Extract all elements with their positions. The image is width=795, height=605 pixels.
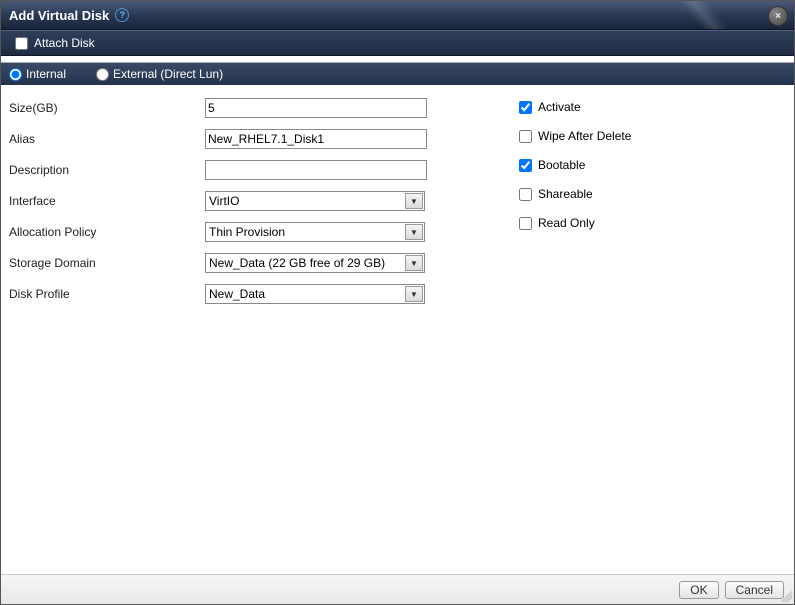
attach-disk-bar: Attach Disk [1,30,794,56]
select-disk-profile[interactable]: New_Data ▼ [205,284,425,304]
disk-type-tabs: Internal External (Direct Lun) [1,63,794,85]
row-activate: Activate [519,97,784,117]
label-disk-profile: Disk Profile [9,287,205,301]
close-icon: × [775,11,781,22]
label-description: Description [9,163,205,177]
label-bootable: Bootable [538,158,585,172]
label-interface: Interface [9,194,205,208]
tab-external-label: External (Direct Lun) [113,67,223,81]
label-shareable: Shareable [538,187,593,201]
row-description: Description [9,159,519,181]
row-allocation-policy: Allocation Policy Thin Provision ▼ [9,221,519,243]
input-description[interactable] [205,160,427,180]
row-read-only: Read Only [519,213,784,233]
label-size: Size(GB) [9,101,205,115]
select-storage-domain[interactable]: New_Data (22 GB free of 29 GB) ▼ [205,253,425,273]
checkbox-shareable[interactable] [519,188,532,201]
row-disk-profile: Disk Profile New_Data ▼ [9,283,519,305]
dialog-content: Size(GB) Alias Description Interface Vir… [1,85,794,574]
close-button[interactable]: × [768,6,788,26]
radio-internal[interactable] [9,68,22,81]
label-alias: Alias [9,132,205,146]
cancel-button[interactable]: Cancel [725,581,784,599]
tab-internal-label: Internal [26,67,66,81]
row-storage-domain: Storage Domain New_Data (22 GB free of 2… [9,252,519,274]
input-size[interactable] [205,98,427,118]
help-icon[interactable]: ? [115,8,129,22]
add-virtual-disk-dialog: Add Virtual Disk ? × Attach Disk Interna… [0,0,795,605]
input-alias[interactable] [205,129,427,149]
header-decoration [644,1,764,29]
right-column: Activate Wipe After Delete Bootable Shar… [519,97,784,564]
select-allocation-policy[interactable]: Thin Provision ▼ [205,222,425,242]
select-interface[interactable]: VirtIO ▼ [205,191,425,211]
select-allocation-policy-value: Thin Provision [209,225,285,239]
radio-external[interactable] [96,68,109,81]
dialog-header: Add Virtual Disk ? × [1,1,794,30]
dialog-footer: OK Cancel [1,574,794,604]
select-interface-value: VirtIO [209,194,239,208]
attach-disk-checkbox[interactable] [15,37,28,50]
label-wipe-after-delete: Wipe After Delete [538,129,631,143]
chevron-down-icon: ▼ [405,255,423,271]
label-read-only: Read Only [538,216,595,230]
tab-internal[interactable]: Internal [9,67,66,81]
left-column: Size(GB) Alias Description Interface Vir… [9,97,519,564]
tab-external[interactable]: External (Direct Lun) [96,67,223,81]
checkbox-read-only[interactable] [519,217,532,230]
dialog-title: Add Virtual Disk [9,8,109,23]
ok-button[interactable]: OK [679,581,718,599]
row-size: Size(GB) [9,97,519,119]
select-disk-profile-value: New_Data [209,287,265,301]
label-allocation-policy: Allocation Policy [9,225,205,239]
checkbox-activate[interactable] [519,101,532,114]
label-activate: Activate [538,100,581,114]
attach-disk-label: Attach Disk [34,36,95,50]
select-storage-domain-value: New_Data (22 GB free of 29 GB) [209,256,385,270]
row-shareable: Shareable [519,184,784,204]
row-wipe-after-delete: Wipe After Delete [519,126,784,146]
row-bootable: Bootable [519,155,784,175]
checkbox-bootable[interactable] [519,159,532,172]
label-storage-domain: Storage Domain [9,256,205,270]
chevron-down-icon: ▼ [405,224,423,240]
row-interface: Interface VirtIO ▼ [9,190,519,212]
chevron-down-icon: ▼ [405,193,423,209]
chevron-down-icon: ▼ [405,286,423,302]
separator [1,56,794,63]
row-alias: Alias [9,128,519,150]
checkbox-wipe-after-delete[interactable] [519,130,532,143]
